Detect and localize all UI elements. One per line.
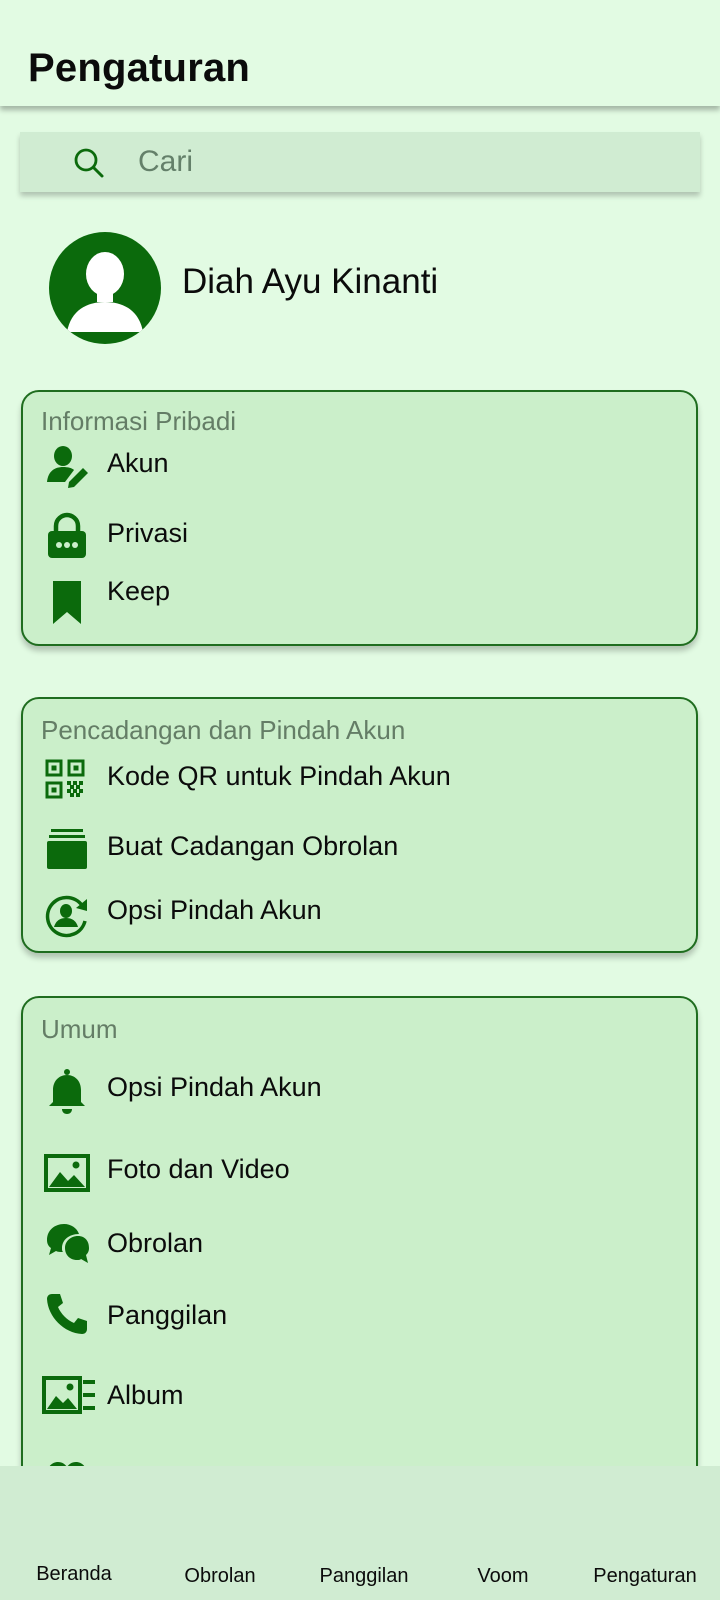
settings-item-label: Keep bbox=[107, 576, 171, 606]
settings-item-label: Foto dan Video bbox=[107, 1154, 290, 1184]
section-title: Umum bbox=[41, 1014, 118, 1044]
settings-item-label: Privasi bbox=[107, 518, 189, 548]
section-title: Informasi Pribadi bbox=[41, 406, 237, 436]
search-input[interactable] bbox=[138, 142, 678, 182]
person-icon bbox=[67, 252, 143, 332]
nav-label: Voom bbox=[477, 1565, 529, 1587]
user-edit-icon bbox=[43, 442, 91, 490]
settings-item-keep[interactable]: Keep bbox=[23, 572, 696, 624]
settings-item-qr-transfer[interactable]: Kode QR untuk Pindah Akun bbox=[23, 755, 696, 805]
nav-label: Obrolan bbox=[184, 1565, 256, 1587]
settings-item-akun[interactable]: Akun bbox=[23, 442, 696, 492]
settings-item-label: Album bbox=[107, 1380, 184, 1410]
nav-label: Beranda bbox=[36, 1563, 112, 1585]
settings-item-backup-chat[interactable]: Buat Cadangan Obrolan bbox=[23, 825, 696, 875]
settings-item-chat[interactable]: Obrolan bbox=[23, 1224, 696, 1274]
lock-icon bbox=[43, 512, 91, 560]
nav-label: Pengaturan bbox=[593, 1565, 697, 1587]
settings-item-calls[interactable]: Panggilan bbox=[23, 1294, 696, 1346]
nav-voom[interactable]: Voom bbox=[436, 1466, 570, 1600]
app-header: Pengaturan bbox=[0, 0, 720, 106]
chat-bubbles-icon bbox=[43, 1220, 91, 1268]
bookmark-icon bbox=[43, 578, 91, 626]
settings-item-photo-video[interactable]: Foto dan Video bbox=[23, 1148, 696, 1198]
nav-panggilan[interactable]: Panggilan bbox=[292, 1466, 436, 1600]
account-transfer-icon bbox=[43, 891, 91, 939]
settings-item-label: Obrolan bbox=[107, 1228, 204, 1258]
settings-item-label: Opsi Pindah Akun bbox=[107, 1072, 322, 1102]
album-icon bbox=[41, 1372, 97, 1420]
section-personal-info: Informasi Pribadi Akun Privasi Keep bbox=[21, 390, 698, 646]
nav-pengaturan[interactable]: Pengaturan bbox=[570, 1466, 720, 1600]
profile-name[interactable]: Diah Ayu Kinanti bbox=[182, 262, 438, 302]
settings-item-label: Panggilan bbox=[107, 1300, 228, 1330]
settings-item-transfer-options[interactable]: Opsi Pindah Akun bbox=[23, 891, 696, 941]
settings-item-privasi[interactable]: Privasi bbox=[23, 512, 696, 562]
settings-item-label: Akun bbox=[107, 448, 169, 478]
image-icon bbox=[43, 1150, 91, 1198]
search-bar[interactable] bbox=[20, 132, 700, 192]
search-icon bbox=[72, 146, 106, 180]
bell-icon bbox=[43, 1068, 91, 1116]
qr-code-icon bbox=[43, 757, 91, 805]
section-backup-transfer: Pencadangan dan Pindah Akun Kode QR untu… bbox=[21, 697, 698, 953]
section-general: Umum Opsi Pindah Akun Foto dan Video Obr… bbox=[21, 996, 698, 1536]
nav-label: Panggilan bbox=[319, 1565, 409, 1587]
nav-obrolan[interactable]: Obrolan bbox=[148, 1466, 292, 1600]
settings-item-label: Buat Cadangan Obrolan bbox=[107, 831, 399, 861]
phone-icon bbox=[43, 1290, 91, 1338]
section-title: Pencadangan dan Pindah Akun bbox=[41, 715, 406, 745]
settings-item-label: Kode QR untuk Pindah Akun bbox=[107, 761, 451, 791]
bottom-nav: Beranda Obrolan Panggilan Voom Pengatura… bbox=[0, 1466, 720, 1600]
avatar[interactable] bbox=[49, 232, 161, 344]
settings-item-notifications[interactable]: Opsi Pindah Akun bbox=[23, 1068, 696, 1118]
page-title: Pengaturan bbox=[28, 46, 251, 90]
backup-stack-icon bbox=[43, 825, 91, 873]
settings-item-album[interactable]: Album bbox=[23, 1376, 696, 1428]
nav-beranda[interactable]: Beranda bbox=[0, 1466, 148, 1600]
settings-item-label: Opsi Pindah Akun bbox=[107, 895, 322, 925]
